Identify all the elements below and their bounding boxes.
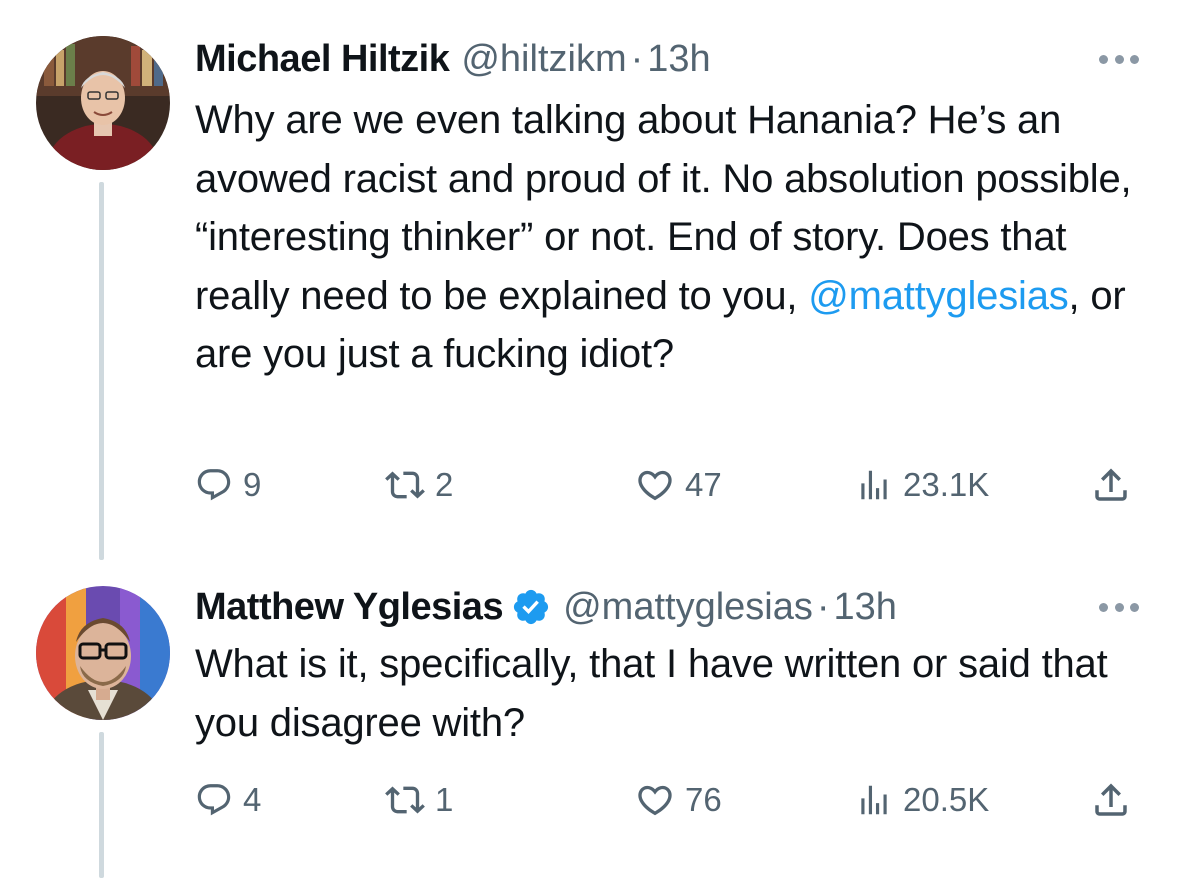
thread-line [99,732,104,878]
like-button[interactable]: 47 [635,455,722,515]
tweet[interactable]: Matthew Yglesias @mattyglesias · 13h Wha… [0,560,1179,878]
separator-dot: · [630,37,644,80]
retweet-button[interactable]: 2 [385,455,453,515]
retweet-count: 2 [435,466,454,503]
like-icon [638,785,672,816]
mention-link[interactable]: @mattyglesias [808,274,1069,318]
author-name[interactable]: Michael Hiltzik [195,38,450,81]
avatar[interactable] [36,36,170,170]
like-count: 76 [685,781,722,818]
like-count: 47 [685,466,722,503]
action-bar: 9 2 47 23.1K [195,455,1140,515]
timestamp[interactable]: 13h [647,38,710,81]
tweet[interactable]: Michael Hiltzik @hiltzikm · 13h Why are … [0,0,1179,560]
views-icon [861,470,887,500]
more-icon[interactable] [1099,53,1139,65]
tweet-header: Michael Hiltzik @hiltzikm · 13h [195,34,1139,84]
retweet-icon [385,786,425,814]
timestamp[interactable]: 13h [834,586,897,629]
reply-button[interactable]: 4 [195,770,261,830]
action-bar: 4 1 76 20.5K [195,770,1140,830]
like-button[interactable]: 76 [635,770,722,830]
views-count: 20.5K [903,781,990,818]
separator-dot: · [816,585,830,628]
avatar[interactable] [36,586,170,720]
like-icon [638,470,672,501]
views-button[interactable]: 20.5K [855,770,989,830]
share-button[interactable] [1090,770,1132,830]
author-handle[interactable]: @mattyglesias [563,586,813,629]
share-icon [1095,783,1127,816]
reply-count: 4 [243,781,262,818]
retweet-count: 1 [435,781,454,818]
more-icon[interactable] [1099,601,1139,613]
reply-icon [197,784,231,816]
views-icon [861,785,887,815]
author-handle[interactable]: @hiltzikm [461,38,626,81]
views-button[interactable]: 23.1K [855,455,989,515]
retweet-icon [385,471,425,499]
reply-button[interactable]: 9 [195,455,261,515]
author-name[interactable]: Matthew Yglesias [195,586,504,629]
reply-icon [197,469,231,501]
tweet-header: Matthew Yglesias @mattyglesias · 13h [195,582,1139,632]
retweet-button[interactable]: 1 [385,770,453,830]
share-button[interactable] [1090,455,1132,515]
views-count: 23.1K [903,466,990,503]
thread-line [99,182,104,560]
tweet-text: What is it, specifically, that I have wr… [195,635,1155,752]
share-icon [1095,468,1127,501]
tweet-text: Why are we even talking about Hanania? H… [195,91,1155,384]
verified-badge-icon[interactable] [511,587,551,627]
reply-count: 9 [243,466,262,503]
tweet-text-part: What is it, specifically, that I have wr… [195,642,1108,745]
